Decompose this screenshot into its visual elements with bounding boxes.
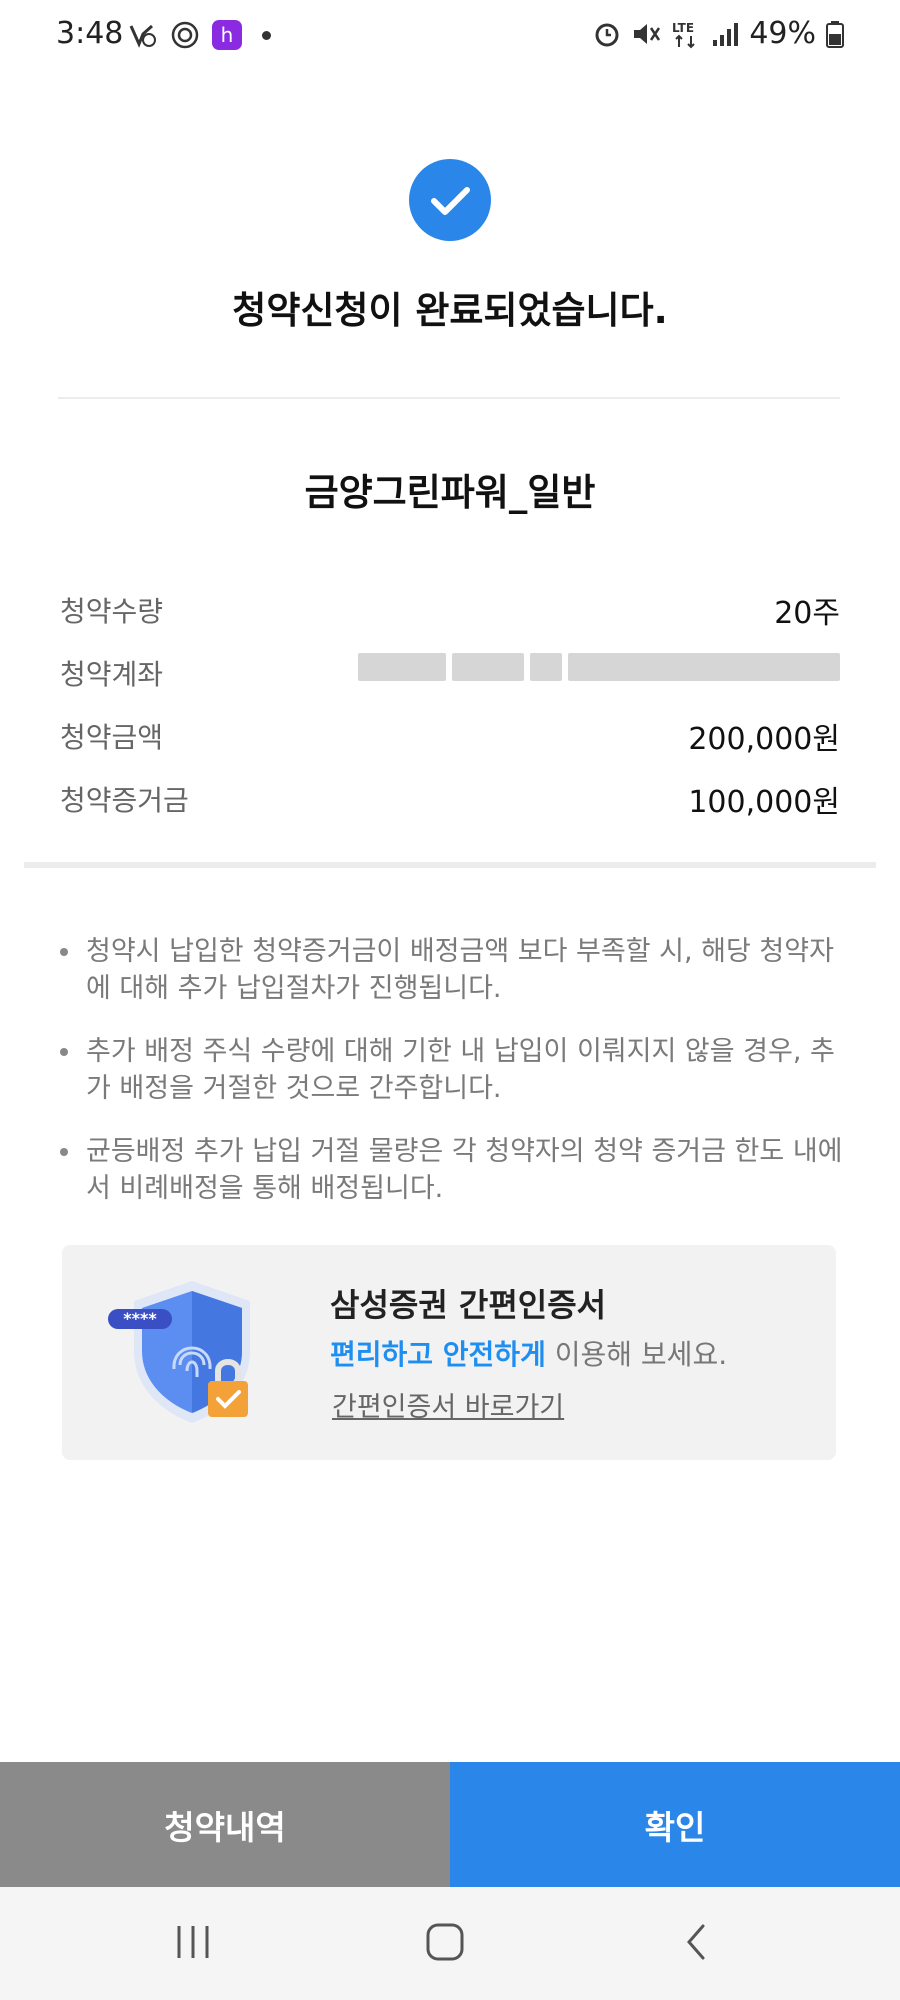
cert-shortcut-link[interactable]: 간편인증서 바로가기 [332, 1385, 564, 1424]
section-divider [24, 862, 876, 868]
completion-title: 청약신청이 완료되었습니다. [232, 289, 668, 332]
svg-text:LTE: LTE [672, 21, 694, 35]
battery-percent: 49% [749, 16, 816, 51]
simple-cert-banner[interactable]: **** 삼성증권 간편인증서 편리하고 안전하게 이용해 보세요. 간편인증서… [62, 1245, 836, 1460]
h-app-icon: h [212, 20, 242, 50]
product-name: 금양그린파워_일반 [304, 471, 596, 514]
battery-icon [826, 20, 844, 48]
lte-icon: LTE [672, 21, 696, 48]
mute-icon [634, 23, 661, 44]
divider [58, 397, 840, 399]
success-check-icon [409, 159, 491, 241]
info-row-amount: 청약금액 200,000원 [60, 708, 840, 758]
notification-dot [262, 30, 271, 40]
info-label: 청약증거금 [60, 784, 189, 817]
account-number-blurred [358, 647, 840, 687]
cert-highlight: 편리하고 안전하게 [330, 1338, 546, 1371]
recent-apps-button[interactable] [133, 1907, 253, 1977]
notice-item: 추가 배정 주식 수량에 대해 기한 내 납입이 이뤄지지 않을 경우, 추가 … [58, 1033, 848, 1107]
system-nav-bar [0, 1887, 900, 2000]
subscription-history-button[interactable]: 청약내역 [0, 1762, 450, 1887]
status-right-icons: LTE 49% [593, 16, 844, 51]
back-icon [687, 1924, 705, 1960]
password-mask: **** [123, 1309, 157, 1328]
cert-desc-rest: 이용해 보세요. [545, 1338, 728, 1371]
status-time: 3:48 [56, 16, 124, 51]
confirm-button[interactable]: 확인 [450, 1762, 900, 1887]
home-button[interactable] [385, 1907, 505, 1977]
recent-apps-icon [177, 1926, 209, 1958]
sync-icon [171, 21, 199, 49]
svg-text:h: h [221, 23, 234, 47]
notice-item: 청약시 납입한 청약증거금이 배정금액 보다 부족할 시, 해당 청약자에 대해… [58, 933, 848, 1007]
status-left-icons: h [128, 20, 271, 50]
info-row-deposit: 청약증거금 100,000원 [60, 771, 840, 821]
home-icon [426, 1923, 464, 1961]
info-label: 청약수량 [60, 595, 164, 628]
cert-description: 편리하고 안전하게 이용해 보세요. [330, 1333, 727, 1373]
info-value: 200,000원 [688, 722, 840, 757]
notice-list: 청약시 납입한 청약증거금이 배정금액 보다 부족할 시, 해당 청약자에 대해… [58, 933, 848, 1233]
info-row-account: 청약계좌 [60, 645, 840, 695]
signal-icon [713, 22, 739, 46]
info-value: 20주 [774, 596, 840, 631]
info-label: 청약금액 [60, 721, 164, 754]
info-row-quantity: 청약수량 20주 [60, 582, 840, 632]
status-bar: 3:48 h LTE 49% [0, 0, 900, 74]
back-button[interactable] [637, 1907, 757, 1977]
alarm-icon [595, 23, 619, 46]
info-label: 청약계좌 [60, 658, 164, 691]
notice-item: 균등배정 추가 납입 거절 물량은 각 청약자의 청약 증거금 한도 내에서 비… [58, 1133, 848, 1207]
cert-title: 삼성증권 간편인증서 [330, 1286, 607, 1324]
info-value: 100,000원 [688, 785, 840, 820]
security-shield-icon: **** [108, 1281, 250, 1423]
vpn-icon [129, 24, 156, 48]
